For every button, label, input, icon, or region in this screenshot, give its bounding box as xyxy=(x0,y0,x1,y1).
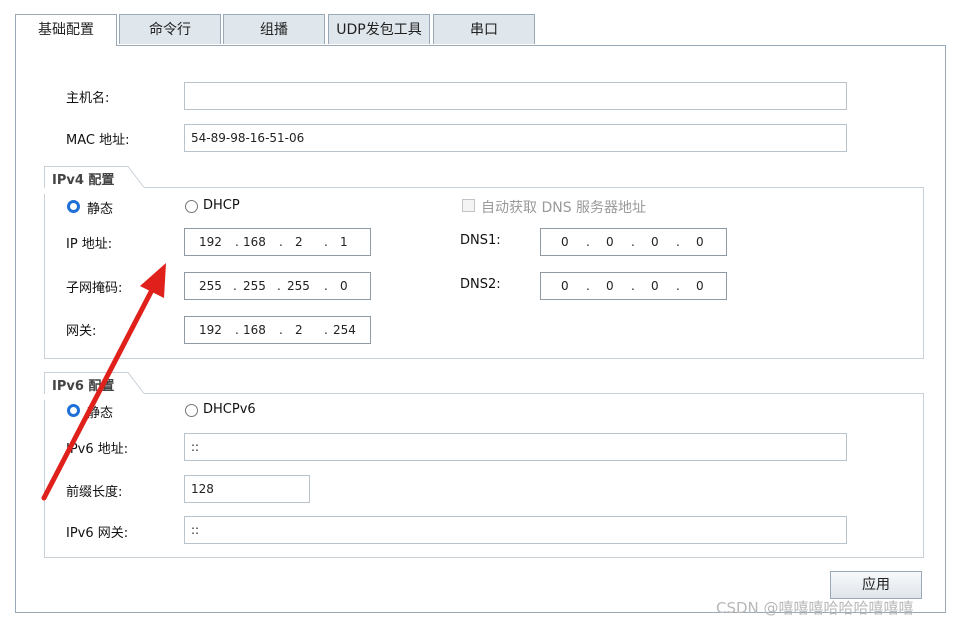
tab-basic-config[interactable]: 基础配置 xyxy=(15,14,117,46)
watermark: CSDN @嘻嘻嘻哈哈哈嘻嘻嘻 xyxy=(716,599,914,617)
annotation-arrow-icon xyxy=(41,263,166,501)
